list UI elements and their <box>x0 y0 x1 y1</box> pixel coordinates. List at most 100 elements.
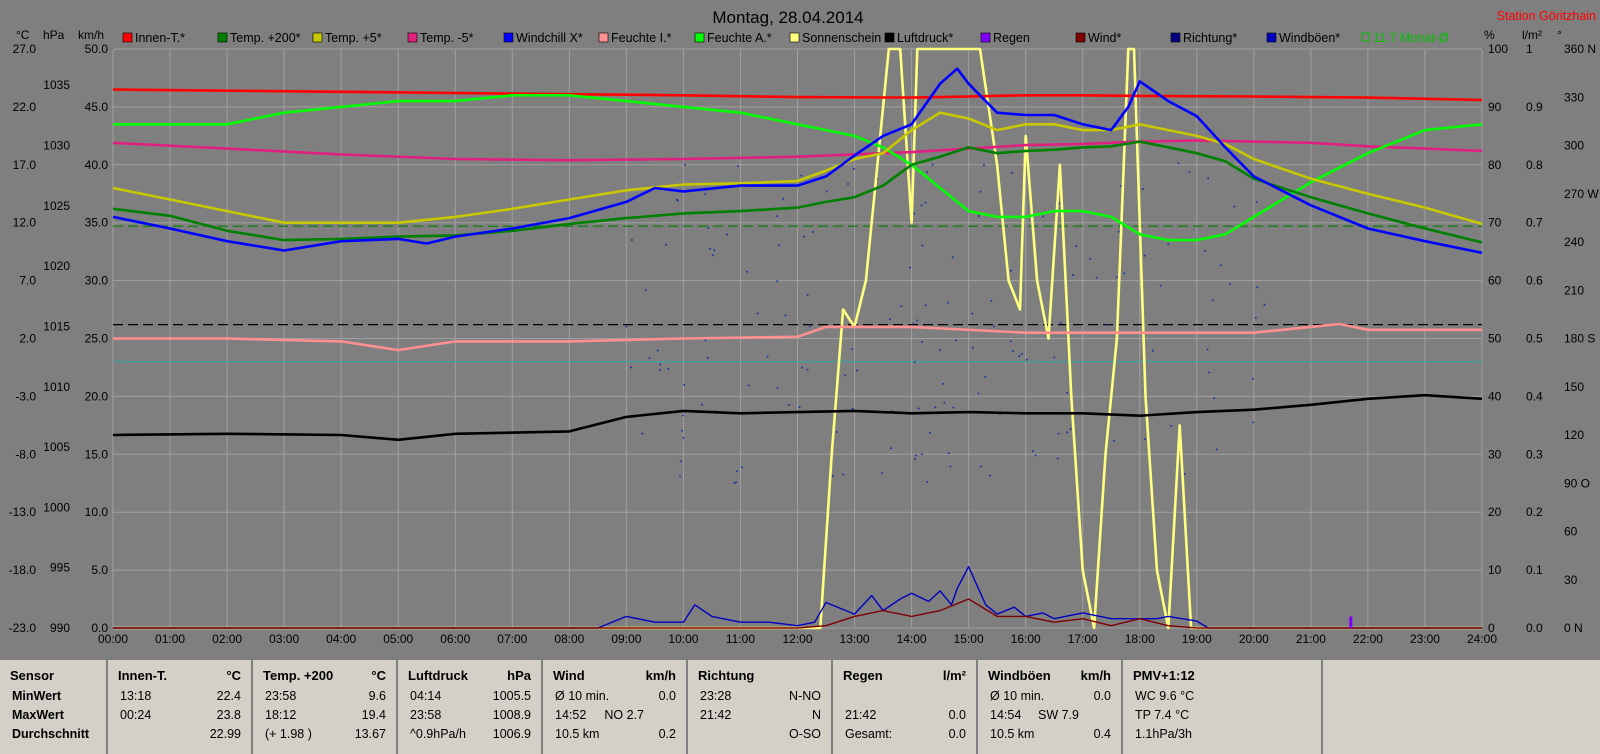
stats-cell: 19.4 <box>361 708 386 722</box>
direction-dot <box>1095 276 1098 279</box>
direction-dot <box>641 432 644 435</box>
direction-axis-tick-label: 150 <box>1564 380 1584 394</box>
direction-dot <box>1143 254 1146 257</box>
stats-cell: 0.0 <box>658 689 676 703</box>
direction-dot <box>924 304 927 307</box>
direction-axis-tick-label: 330 <box>1564 90 1584 104</box>
wind-axis-tick-label: 20.0 <box>85 389 109 403</box>
direction-dot <box>675 198 678 201</box>
direction-dot <box>844 374 847 377</box>
stats-panel: PMV+1:12 WC 9.6 °C TP 7.4 °C 1.1hPa/3h <box>1123 660 1323 754</box>
direction-dot <box>1208 371 1211 374</box>
stats-row <box>833 687 976 706</box>
stats-cell: 1006.9 <box>492 727 531 741</box>
chart-title: Montag, 28.04.2014 <box>712 8 863 27</box>
temp-axis-tick-label: -18.0 <box>9 563 37 577</box>
legend-entry: Feuchte I.* <box>611 31 672 45</box>
legend-entry: Regen <box>993 31 1030 45</box>
x-tick-label: 14:00 <box>897 632 927 646</box>
direction-dot <box>713 249 716 252</box>
legend-entry: Windchill X* <box>516 31 583 45</box>
stats-row: 22.99 <box>108 725 251 744</box>
legend-entry: Richtung* <box>1183 31 1237 45</box>
direction-dot <box>949 465 952 468</box>
temp-axis-tick-label: -13.0 <box>9 505 37 519</box>
direction-dot <box>989 474 992 477</box>
stats-header-unit: °C <box>371 668 386 683</box>
stats-panel: Wind km/h Ø 10 min. 0.0 14:52 NO 2.7 10.5 km 0.… <box>543 660 688 754</box>
direction-unit-label: ° <box>1557 28 1562 42</box>
direction-dot <box>806 368 809 371</box>
temp-unit-label: °C <box>16 28 30 42</box>
direction-axis-tick-label: 60 <box>1564 525 1578 539</box>
direction-dot <box>851 348 854 351</box>
stats-row: 21:42 0.0 <box>833 706 976 725</box>
stats-header-label: Temp. +200 <box>263 668 334 683</box>
stats-cell: 23:58 <box>410 708 442 722</box>
direction-dot <box>1115 276 1118 279</box>
direction-dot <box>802 235 805 238</box>
stats-header-unit: km/h <box>645 668 676 683</box>
stats-row: Durchschnitt <box>0 725 106 744</box>
direction-dot <box>1066 391 1069 394</box>
rain-axis-tick-label: 0.2 <box>1526 505 1543 519</box>
legend-swatch <box>789 32 800 43</box>
direction-dot <box>979 190 982 193</box>
legend-entry: Wind* <box>1088 31 1121 45</box>
direction-dot <box>667 367 670 370</box>
percent-axis-tick-label: 60 <box>1488 274 1502 288</box>
percent-axis-tick-label: 40 <box>1488 389 1502 403</box>
direction-dot <box>630 238 633 241</box>
stats-cell: 14:52 <box>555 708 587 722</box>
direction-dot <box>947 301 950 304</box>
direction-axis-tick-label: 30 <box>1564 573 1578 587</box>
direction-dot <box>1066 431 1069 434</box>
weather-chart-svg: 00:00 01:00 02:00 03:00 04:00 05:00 06:00 07:00… <box>9 8 1600 646</box>
temp-axis-tick-label: 2.0 <box>19 332 36 346</box>
direction-dot <box>856 369 859 372</box>
direction-dot <box>737 165 740 168</box>
stats-cell: Ø 10 min. <box>990 689 1045 703</box>
percent-axis-tick-label: 90 <box>1488 100 1502 114</box>
direction-dot <box>921 340 924 343</box>
direction-dot <box>852 167 855 170</box>
stats-row: 10.5 km 0.2 <box>543 725 686 744</box>
stats-cell: 23:28 <box>700 689 732 703</box>
stats-cell: 22.4 <box>216 689 241 703</box>
temp-axis-tick-label: 7.0 <box>19 274 36 288</box>
direction-dot <box>629 366 632 369</box>
direction-dot <box>977 215 980 218</box>
direction-dot <box>736 470 739 473</box>
direction-dot <box>1263 303 1266 306</box>
direction-dot <box>971 312 974 315</box>
direction-dot <box>835 431 838 434</box>
direction-dot <box>1188 170 1191 173</box>
direction-dot <box>806 293 809 296</box>
x-tick-label: 23:00 <box>1410 632 1440 646</box>
legend-swatch <box>1075 32 1086 43</box>
temp-axis-tick-label: 12.0 <box>13 216 37 230</box>
wind-axis-tick-label: 5.0 <box>91 563 108 577</box>
stats-header-label: Richtung <box>698 668 755 683</box>
pressure-axis-tick-label: 1030 <box>43 139 70 153</box>
direction-dot <box>913 212 916 215</box>
direction-dot <box>1207 177 1210 180</box>
direction-dot <box>1229 283 1232 286</box>
legend-swatch <box>312 32 323 43</box>
stats-cell: 0.2 <box>658 727 676 741</box>
station-name: Station Göritzhain <box>1497 9 1596 23</box>
stats-panel: Temp. +200 °C 23:58 9.6 18:12 19.4 (+ 1.98 ) 13… <box>253 660 398 754</box>
direction-dot <box>900 305 903 308</box>
stats-header-label: Windböen <box>988 668 1051 683</box>
stats-row: 23:58 9.6 <box>253 687 396 706</box>
direction-dot <box>916 319 919 322</box>
wind-axis-tick-label: 50.0 <box>85 42 109 56</box>
direction-dot <box>1206 348 1209 351</box>
direction-dot <box>1251 377 1254 380</box>
direction-dot <box>1159 284 1162 287</box>
monthly-average-label: 11.7 Monat-Ø <box>1373 31 1449 45</box>
rain-axis-tick-label: 0.0 <box>1526 621 1543 635</box>
direction-dot <box>776 280 779 283</box>
stats-cell: O-SO <box>789 727 821 741</box>
direction-dot <box>982 163 985 166</box>
